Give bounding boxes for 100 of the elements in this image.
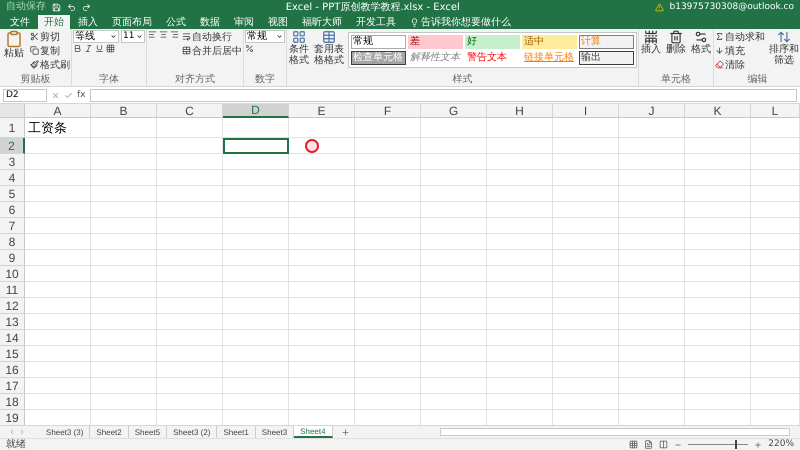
- column-header[interactable]: L: [751, 104, 800, 118]
- column-header[interactable]: B: [91, 104, 157, 118]
- table-cell: [421, 250, 487, 266]
- fill-button[interactable]: 填充: [715, 44, 765, 57]
- table-cell: [157, 118, 223, 138]
- table-cell: [157, 186, 223, 202]
- table-cell: [157, 266, 223, 282]
- table-cell: [553, 314, 619, 330]
- table-cell: [685, 138, 751, 154]
- table-cell: [685, 378, 751, 394]
- column-header[interactable]: H: [487, 104, 553, 118]
- ribbon-tab[interactable]: 开发工具: [350, 15, 402, 29]
- table-cell: [751, 250, 800, 266]
- formula-input[interactable]: [90, 88, 797, 102]
- table-cell: [619, 234, 685, 250]
- row-header[interactable]: 16: [0, 362, 25, 378]
- ribbon-tab[interactable]: 页面布局: [106, 15, 158, 29]
- table-cell: [487, 138, 553, 154]
- cell-style[interactable]: 好: [465, 35, 520, 49]
- row-header[interactable]: 19: [0, 410, 25, 425]
- row-header[interactable]: 14: [0, 330, 25, 346]
- table-cell: [553, 186, 619, 202]
- ribbon-tab[interactable]: 福昕大师: [296, 15, 348, 29]
- conditional-format-button[interactable]: 条件格式: [288, 30, 310, 66]
- ribbon-tab[interactable]: 审阅: [228, 15, 260, 29]
- zoom-level[interactable]: 220%: [768, 439, 794, 450]
- table-cell: [685, 154, 751, 170]
- cells-button[interactable]: 插入: [640, 30, 662, 55]
- function-label[interactable]: fx: [77, 90, 86, 100]
- horizontal-scrollbar[interactable]: [440, 428, 790, 436]
- paste-button[interactable]: 粘贴: [1, 30, 27, 59]
- row-header[interactable]: 11: [0, 282, 25, 298]
- save-icon[interactable]: [52, 2, 61, 12]
- cell-style[interactable]: 输出: [579, 51, 634, 65]
- column-header[interactable]: C: [157, 104, 223, 118]
- row-header[interactable]: 1: [0, 118, 25, 138]
- cell-style[interactable]: 常规: [351, 35, 406, 49]
- row-header[interactable]: 7: [0, 218, 25, 234]
- clear-button[interactable]: 清除: [715, 58, 765, 71]
- row-header[interactable]: 18: [0, 394, 25, 410]
- row-header[interactable]: 12: [0, 298, 25, 314]
- column-header[interactable]: G: [421, 104, 487, 118]
- table-cell: [355, 282, 421, 298]
- column-header[interactable]: F: [355, 104, 421, 118]
- row-header[interactable]: 15: [0, 346, 25, 362]
- cells-button[interactable]: 格式: [690, 30, 712, 55]
- column-header[interactable]: A: [25, 104, 91, 118]
- ribbon-tab[interactable]: 开始: [38, 15, 70, 29]
- table-cell: [25, 298, 91, 314]
- row-header[interactable]: 10: [0, 266, 25, 282]
- font-name-field[interactable]: 等线: [73, 30, 119, 43]
- row-header[interactable]: 3: [0, 154, 25, 170]
- table-cell: [289, 234, 355, 250]
- column-header[interactable]: J: [619, 104, 685, 118]
- font-size-field[interactable]: 11: [121, 30, 145, 43]
- merge-center-button[interactable]: 合并后居中: [182, 44, 242, 57]
- undo-icon[interactable]: [67, 2, 76, 12]
- column-header[interactable]: I: [553, 104, 619, 118]
- grid-icon: [292, 30, 306, 44]
- name-box[interactable]: D2: [3, 88, 47, 102]
- autosave-label[interactable]: 自动保存: [6, 1, 46, 13]
- table-cell: [223, 330, 289, 346]
- table-cell: [421, 118, 487, 138]
- copy-button[interactable]: 复制: [30, 44, 70, 57]
- number-format-field[interactable]: 常规: [245, 30, 285, 43]
- row-header[interactable]: 8: [0, 234, 25, 250]
- table-cell: [25, 250, 91, 266]
- ribbon-tab[interactable]: 数据: [194, 15, 226, 29]
- column-header[interactable]: K: [685, 104, 751, 118]
- account-name[interactable]: b13975730308@outlook.co: [670, 2, 794, 12]
- ribbon-tab[interactable]: 文件: [4, 15, 36, 29]
- cell-style[interactable]: 适中: [522, 35, 577, 49]
- table-cell: [685, 346, 751, 362]
- scroll-left-icon: [8, 428, 16, 436]
- row-header[interactable]: 4: [0, 170, 25, 186]
- ribbon-tab[interactable]: 插入: [72, 15, 104, 29]
- wrap-text-button[interactable]: 自动换行: [182, 30, 242, 43]
- autosum-button[interactable]: 自动求和: [715, 30, 765, 43]
- cut-button[interactable]: 剪切: [30, 30, 70, 43]
- cells-button[interactable]: 删除: [665, 30, 687, 55]
- column-header[interactable]: E: [289, 104, 355, 118]
- row-header[interactable]: 6: [0, 202, 25, 218]
- row-header[interactable]: 5: [0, 186, 25, 202]
- sheet-tab[interactable]: Sheet4: [294, 426, 333, 438]
- sort-filter-button[interactable]: 排序和筛选: [768, 30, 800, 66]
- format-painter-button[interactable]: 格式刷: [30, 58, 70, 71]
- format-as-table-button[interactable]: 套用表格格式: [313, 30, 345, 66]
- page-layout-icon: [644, 440, 654, 449]
- ribbon-tab[interactable]: 视图: [262, 15, 294, 29]
- table-cell: [619, 330, 685, 346]
- row-header[interactable]: 13: [0, 314, 25, 330]
- column-header[interactable]: D: [223, 104, 289, 118]
- tell-me-field[interactable]: 告诉我你想要做什么: [410, 15, 511, 29]
- ribbon-tab[interactable]: 公式: [160, 15, 192, 29]
- row-header[interactable]: 17: [0, 378, 25, 394]
- table-cell: [685, 362, 751, 378]
- row-header[interactable]: 9: [0, 250, 25, 266]
- redo-icon[interactable]: [82, 2, 91, 12]
- cell-style[interactable]: 差: [408, 35, 463, 49]
- row-header[interactable]: 2: [0, 138, 25, 154]
